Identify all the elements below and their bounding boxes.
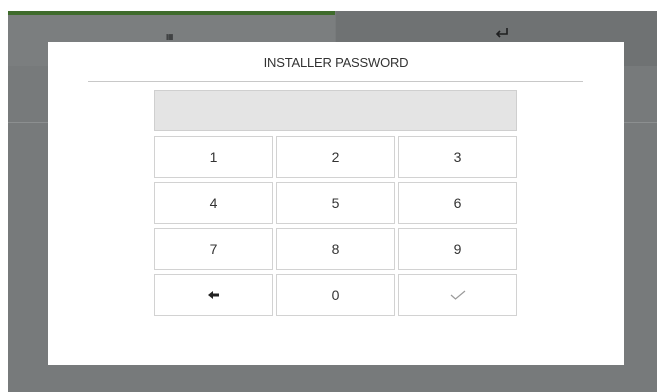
key-4[interactable]: 4 [154, 182, 273, 224]
key-6[interactable]: 6 [398, 182, 517, 224]
password-field[interactable] [154, 90, 517, 131]
backspace-button[interactable] [154, 274, 273, 316]
installer-password-dialog: INSTALLER PASSWORD 1 2 3 4 5 6 7 8 9 0 [48, 42, 624, 365]
dialog-title: INSTALLER PASSWORD [263, 55, 409, 70]
key-5[interactable]: 5 [276, 182, 395, 224]
key-3[interactable]: 3 [398, 136, 517, 178]
title-divider [88, 81, 583, 82]
confirm-button[interactable] [398, 274, 517, 316]
key-7[interactable]: 7 [154, 228, 273, 270]
key-2[interactable]: 2 [276, 136, 395, 178]
backspace-arrow-icon [207, 291, 220, 299]
screen: ▦ INSTALLER PASSWORD 1 2 3 4 5 6 7 8 9 0 [0, 0, 657, 392]
grid-icon: ▦ [166, 32, 174, 41]
key-1[interactable]: 1 [154, 136, 273, 178]
background-divider [8, 122, 48, 123]
key-0[interactable]: 0 [276, 274, 395, 316]
key-8[interactable]: 8 [276, 228, 395, 270]
checkmark-icon [450, 290, 466, 300]
background-divider [624, 122, 657, 123]
return-arrow-icon [494, 26, 510, 42]
key-9[interactable]: 9 [398, 228, 517, 270]
